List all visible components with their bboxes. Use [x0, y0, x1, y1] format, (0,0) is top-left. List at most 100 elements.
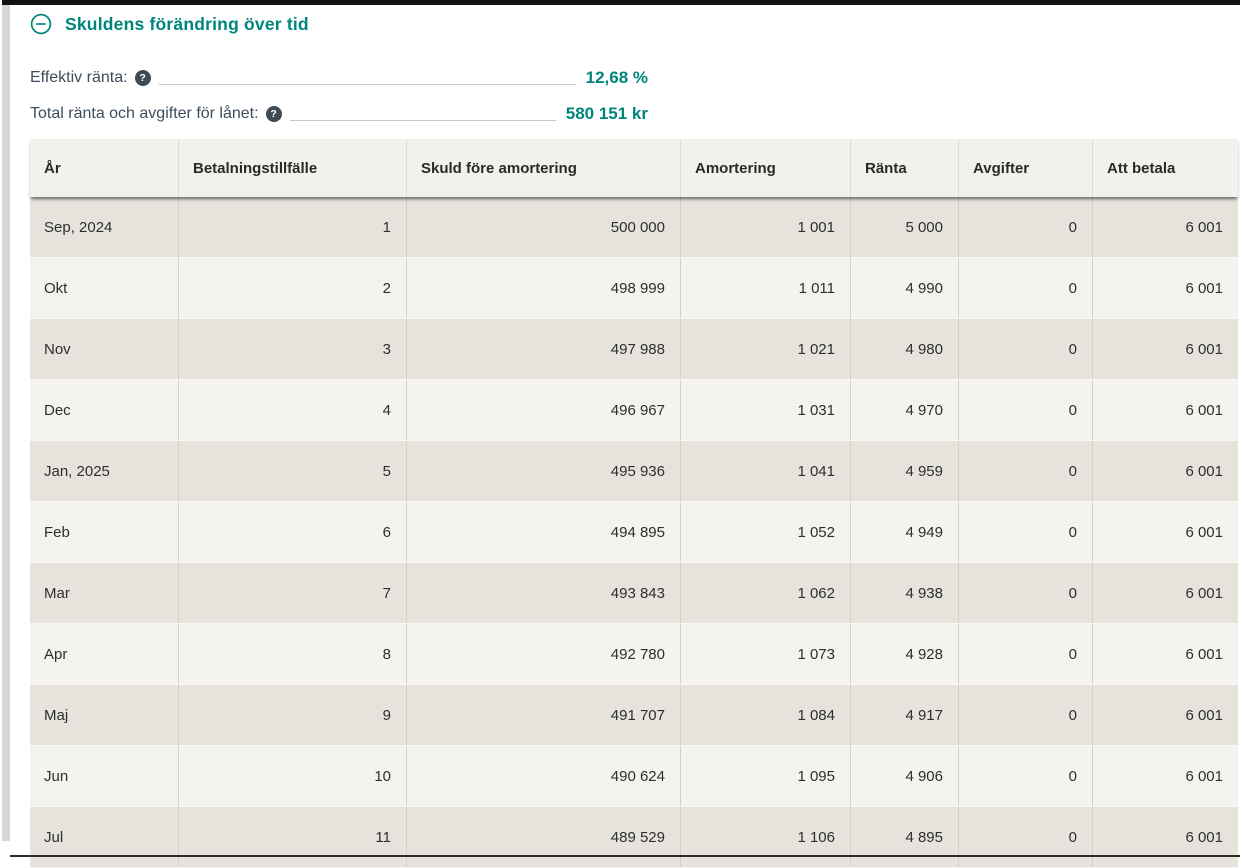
- cell-to-pay: 6 001: [1092, 441, 1238, 501]
- cell-payment-occasion: 4: [178, 380, 406, 440]
- cell-year: Mar: [30, 563, 178, 623]
- cell-to-pay: 6 001: [1092, 624, 1238, 684]
- column-header-year: År: [30, 139, 178, 197]
- cell-fees: 0: [958, 441, 1092, 501]
- cell-debt-before-amortization: 498 999: [406, 258, 680, 318]
- cell-debt-before-amortization: 490 624: [406, 746, 680, 806]
- table-row: Apr8492 7801 0734 92806 001: [30, 624, 1238, 685]
- cell-debt-before-amortization: 494 895: [406, 502, 680, 562]
- column-header-interest: Ränta: [850, 139, 958, 197]
- effective-rate-row: Effektiv ränta: ? 12,68 %: [30, 67, 648, 89]
- cell-interest: 4 928: [850, 624, 958, 684]
- cell-fees: 0: [958, 380, 1092, 440]
- cell-debt-before-amortization: 500 000: [406, 197, 680, 257]
- table-row: Feb6494 8951 0524 94906 001: [30, 502, 1238, 563]
- effective-rate-label: Effektiv ränta:: [30, 69, 128, 87]
- cell-year: Maj: [30, 685, 178, 745]
- cell-amortization: 1 001: [680, 197, 850, 257]
- cell-payment-occasion: 10: [178, 746, 406, 806]
- top-border-bar: [2, 0, 1240, 5]
- cell-amortization: 1 095: [680, 746, 850, 806]
- table-body: Sep, 20241500 0001 0015 00006 001Okt2498…: [30, 197, 1238, 868]
- cell-to-pay: 6 001: [1092, 685, 1238, 745]
- table-row: Maj9491 7071 0844 91706 001: [30, 685, 1238, 746]
- cell-interest: 4 938: [850, 563, 958, 623]
- cell-year: Jan, 2025: [30, 441, 178, 501]
- cell-payment-occasion: 1: [178, 197, 406, 257]
- cell-amortization: 1 062: [680, 563, 850, 623]
- cell-amortization: 1 052: [680, 502, 850, 562]
- cell-payment-occasion: 5: [178, 441, 406, 501]
- cell-payment-occasion: 3: [178, 319, 406, 379]
- cell-debt-before-amortization: 489 529: [406, 807, 680, 867]
- cell-debt-before-amortization: 493 843: [406, 563, 680, 623]
- cell-amortization: 1 041: [680, 441, 850, 501]
- cell-amortization: 1 073: [680, 624, 850, 684]
- cell-interest: 5 000: [850, 197, 958, 257]
- cell-year: Apr: [30, 624, 178, 684]
- cell-payment-occasion: 7: [178, 563, 406, 623]
- leader-line: [159, 84, 576, 85]
- total-cost-value: 580 151 kr: [566, 104, 648, 124]
- minus-circle-icon: [30, 13, 52, 35]
- cell-interest: 4 906: [850, 746, 958, 806]
- cell-year: Okt: [30, 258, 178, 318]
- cell-fees: 0: [958, 258, 1092, 318]
- cell-debt-before-amortization: 491 707: [406, 685, 680, 745]
- table-row: Jan, 20255495 9361 0414 95906 001: [30, 441, 1238, 502]
- table-row: Sep, 20241500 0001 0015 00006 001: [30, 197, 1238, 258]
- cell-debt-before-amortization: 495 936: [406, 441, 680, 501]
- table-header-row: ÅrBetalningstillfälleSkuld före amorteri…: [30, 139, 1238, 197]
- cell-amortization: 1 106: [680, 807, 850, 867]
- cell-interest: 4 949: [850, 502, 958, 562]
- table-row: Jul11489 5291 1064 89506 001: [30, 807, 1238, 868]
- column-header-payment-occasion: Betalningstillfälle: [178, 139, 406, 197]
- leader-line: [290, 120, 556, 121]
- cell-payment-occasion: 11: [178, 807, 406, 867]
- cell-interest: 4 970: [850, 380, 958, 440]
- cell-fees: 0: [958, 685, 1092, 745]
- cell-year: Jun: [30, 746, 178, 806]
- amortization-table: ÅrBetalningstillfälleSkuld före amorteri…: [30, 139, 1238, 868]
- cell-to-pay: 6 001: [1092, 746, 1238, 806]
- cell-fees: 0: [958, 197, 1092, 257]
- cell-payment-occasion: 8: [178, 624, 406, 684]
- table-row: Nov3497 9881 0214 98006 001: [30, 319, 1238, 380]
- cell-to-pay: 6 001: [1092, 319, 1238, 379]
- cell-debt-before-amortization: 497 988: [406, 319, 680, 379]
- column-header-amortization: Amortering: [680, 139, 850, 197]
- help-icon[interactable]: ?: [266, 106, 282, 122]
- cell-interest: 4 980: [850, 319, 958, 379]
- cell-fees: 0: [958, 502, 1092, 562]
- cell-interest: 4 917: [850, 685, 958, 745]
- cell-debt-before-amortization: 496 967: [406, 380, 680, 440]
- cell-payment-occasion: 2: [178, 258, 406, 318]
- cell-year: Sep, 2024: [30, 197, 178, 257]
- cell-year: Feb: [30, 502, 178, 562]
- cell-fees: 0: [958, 807, 1092, 867]
- help-icon[interactable]: ?: [135, 70, 151, 86]
- cell-to-pay: 6 001: [1092, 807, 1238, 867]
- table-row: Okt2498 9991 0114 99006 001: [30, 258, 1238, 319]
- cell-payment-occasion: 9: [178, 685, 406, 745]
- cell-to-pay: 6 001: [1092, 197, 1238, 257]
- section-title: Skuldens förändring över tid: [65, 14, 309, 35]
- cell-amortization: 1 084: [680, 685, 850, 745]
- section-toggle[interactable]: Skuldens förändring över tid: [10, 5, 1240, 37]
- cell-interest: 4 990: [850, 258, 958, 318]
- cell-year: Nov: [30, 319, 178, 379]
- cell-amortization: 1 031: [680, 380, 850, 440]
- cell-to-pay: 6 001: [1092, 258, 1238, 318]
- loan-schedule-section: Skuldens förändring över tid Effektiv rä…: [10, 5, 1240, 868]
- column-header-fees: Avgifter: [958, 139, 1092, 197]
- cell-amortization: 1 011: [680, 258, 850, 318]
- column-header-debt-before-amortization: Skuld före amortering: [406, 139, 680, 197]
- cell-amortization: 1 021: [680, 319, 850, 379]
- cell-interest: 4 959: [850, 441, 958, 501]
- column-header-to-pay: Att betala: [1092, 139, 1238, 197]
- cell-to-pay: 6 001: [1092, 502, 1238, 562]
- cell-fees: 0: [958, 563, 1092, 623]
- left-edge-strip: [2, 5, 10, 841]
- total-cost-label: Total ränta och avgifter för lånet:: [30, 105, 259, 123]
- cell-fees: 0: [958, 746, 1092, 806]
